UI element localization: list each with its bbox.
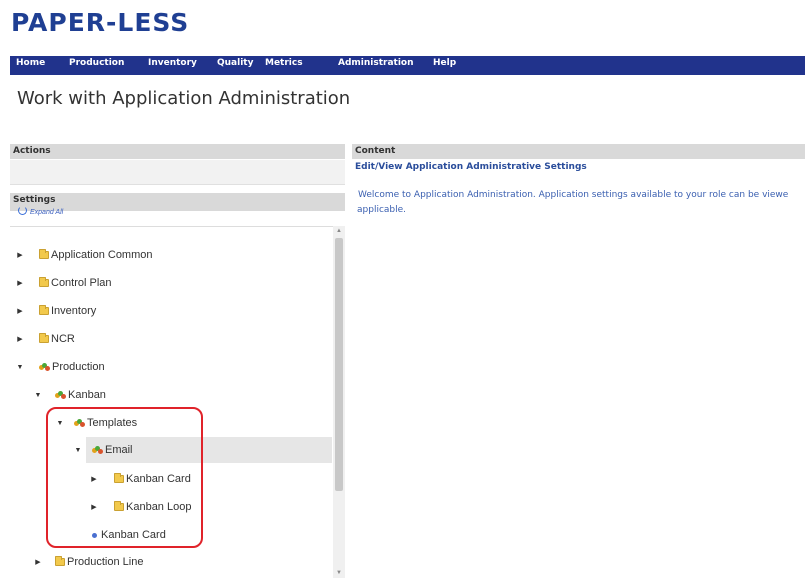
expand-icon [18,206,27,215]
collapse-arrow-icon[interactable]: ▼ [74,447,82,454]
tree-item-kanban-card-leaf[interactable]: Kanban Card [10,522,332,548]
tree-item-kanban[interactable]: ▼ Kanban [10,382,332,408]
page-title: Work with Application Administration [17,88,351,109]
expand-arrow-icon[interactable]: ▶ [16,279,24,287]
actions-panel-body [10,160,345,185]
edit-settings-link[interactable]: Edit/View Application Administrative Set… [355,162,587,172]
folder-icon [39,277,49,287]
bullet-icon [92,532,97,538]
content-header: Content [352,144,805,159]
settings-group-icon [55,390,66,400]
settings-tree: ▶ Application Common ▶ Control Plan ▶ In… [10,226,345,578]
nav-inventory[interactable]: Inventory [148,58,197,68]
expand-arrow-icon[interactable]: ▶ [90,475,98,483]
nav-help[interactable]: Help [433,58,456,68]
nav-production[interactable]: Production [69,58,124,68]
tree-item-label: Templates [87,417,138,429]
collapse-arrow-icon[interactable]: ▼ [56,420,64,427]
settings-group-icon [39,362,50,372]
scroll-down-icon[interactable]: ▼ [333,568,345,578]
tree-item-label: Kanban Loop [126,501,192,513]
folder-icon [114,501,124,511]
scroll-up-icon[interactable]: ▲ [333,226,345,236]
tree-item-label: Kanban Card [126,473,191,485]
expand-arrow-icon[interactable]: ▶ [16,251,24,259]
tree-item-label: Kanban [68,389,106,401]
tree-item-application-common[interactable]: ▶ Application Common [10,242,332,268]
tree-item-label: Production Line [67,556,144,568]
tree-item-ncr[interactable]: ▶ NCR [10,326,332,352]
expand-arrow-icon[interactable]: ▶ [90,503,98,511]
settings-group-icon [92,445,103,455]
content-text-line: Welcome to Application Administration. A… [358,190,789,200]
folder-icon [39,333,49,343]
nav-metrics[interactable]: Metrics [265,58,303,68]
folder-icon [55,556,65,566]
main-nav: Home Production Inventory Quality Metric… [10,56,805,75]
tree-item-production-line[interactable]: ▶ Production Line [10,549,332,575]
tree-item-label: Control Plan [51,277,112,289]
collapse-arrow-icon[interactable]: ▼ [16,364,24,371]
tree-item-email[interactable]: ▼ Email [75,437,332,463]
app-logo: PAPER-LESS [11,8,190,37]
tree-item-control-plan[interactable]: ▶ Control Plan [10,270,332,296]
nav-home[interactable]: Home [16,58,45,68]
folder-icon [114,473,124,483]
expand-arrow-icon[interactable]: ▶ [16,335,24,343]
actions-header: Actions [10,144,345,159]
tree-scrollbar[interactable]: ▲ ▼ [333,226,345,578]
settings-header-label: Settings [13,195,56,205]
folder-icon [39,305,49,315]
collapse-arrow-icon[interactable]: ▼ [34,392,42,399]
tree-item-label: NCR [51,333,75,345]
tree-item-kanban-loop[interactable]: ▶ Kanban Loop [10,494,332,520]
tree-item-inventory[interactable]: ▶ Inventory [10,298,332,324]
settings-group-icon [74,418,85,428]
tree-item-templates[interactable]: ▼ Templates [10,410,332,436]
expand-arrow-icon[interactable]: ▶ [16,307,24,315]
nav-quality[interactable]: Quality [217,58,253,68]
expand-all-button[interactable]: Expand All [18,206,64,217]
expand-arrow-icon[interactable]: ▶ [34,558,42,566]
folder-icon [39,249,49,259]
expand-all-label: Expand All [30,209,64,216]
tree-item-label: Production [52,361,105,373]
content-description: Welcome to Application Administration. A… [357,188,805,218]
tree-item-label: Inventory [51,305,97,317]
tree-item-label: Email [105,444,133,456]
tree-item-kanban-card-folder[interactable]: ▶ Kanban Card [10,466,332,492]
scroll-thumb[interactable] [335,238,343,491]
tree-item-production[interactable]: ▼ Production [10,354,332,380]
tree-item-label: Application Common [51,249,153,261]
content-text-line: applicable. [357,205,407,215]
tree-item-label: Kanban Card [101,529,166,541]
nav-administration[interactable]: Administration [338,58,414,68]
